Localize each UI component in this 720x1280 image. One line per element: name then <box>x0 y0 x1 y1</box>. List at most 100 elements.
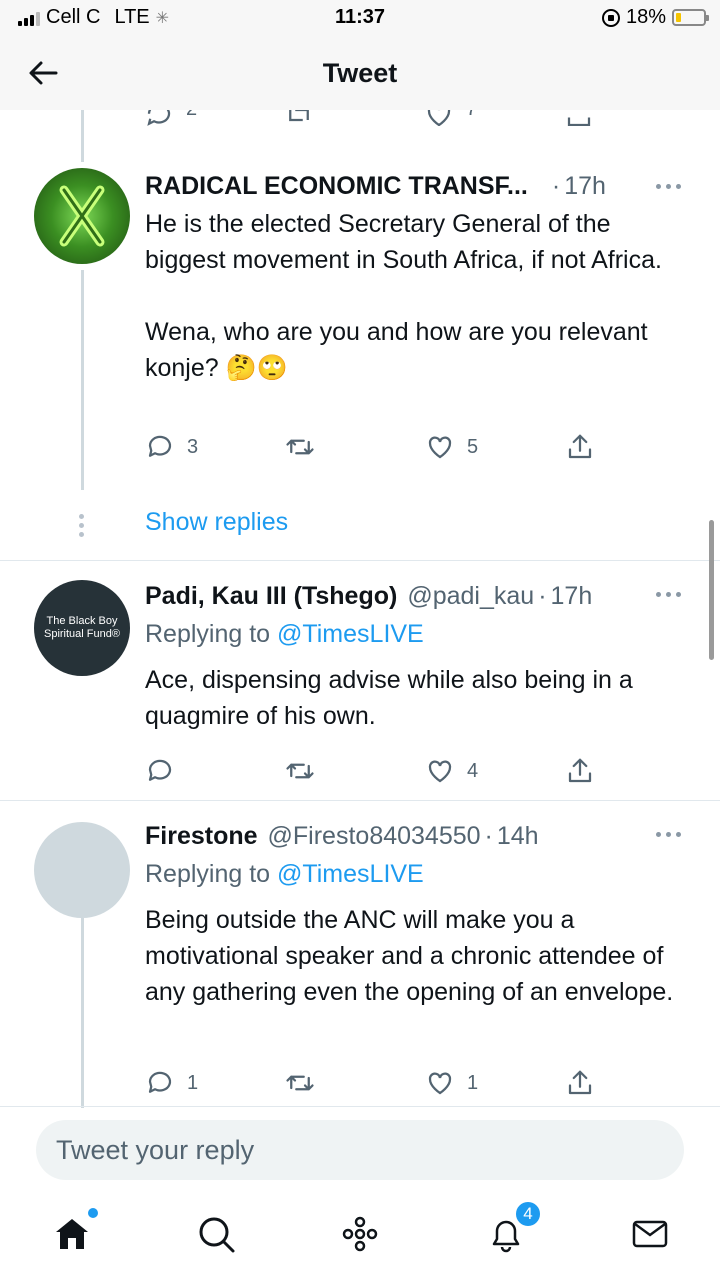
timestamp[interactable]: 17h <box>551 582 593 611</box>
action-row: 3 5 <box>145 432 605 464</box>
reply-icon[interactable] <box>144 110 174 126</box>
home-icon <box>56 1219 88 1249</box>
spaces-icon <box>342 1216 378 1252</box>
like-count: 1 <box>467 1071 479 1094</box>
reply-count: 2 <box>186 110 197 121</box>
reply-feed: 2 7 RADICAL ECONOMIC TRANSF... · 17h He … <box>0 110 720 1108</box>
tweet-text: He is the elected Secretary General of t… <box>145 210 662 382</box>
share-icon <box>568 434 592 459</box>
avatar[interactable] <box>34 822 130 918</box>
reply-icon <box>148 759 172 781</box>
separator-dot: · <box>551 172 561 200</box>
replying-prefix: Replying to <box>145 620 278 648</box>
user-handle[interactable]: @padi_kau <box>407 582 534 611</box>
display-name[interactable]: RADICAL ECONOMIC TRANSF... <box>145 172 528 201</box>
scrollbar[interactable] <box>709 520 714 660</box>
retweet-button[interactable] <box>285 756 315 786</box>
avatar-logo-text: The Black Boy Spiritual Fund® <box>44 615 120 640</box>
timestamp[interactable]: 17h <box>564 172 606 201</box>
tweet[interactable]: RADICAL ECONOMIC TRANSF... · 17h He is t… <box>0 168 720 558</box>
like-button[interactable]: 4 <box>425 756 478 786</box>
retweet-icon <box>286 439 314 455</box>
divider <box>0 560 720 561</box>
share-icon <box>568 758 592 783</box>
nav-spaces[interactable] <box>340 1214 380 1254</box>
tweet-header: RADICAL ECONOMIC TRANSF... · 17h <box>145 172 700 201</box>
retweet-icon[interactable] <box>284 110 314 126</box>
divider <box>0 800 720 801</box>
tweet-text: Being outside the ANC will make you a mo… <box>145 906 674 1006</box>
share-button[interactable] <box>565 756 595 786</box>
share-button[interactable] <box>565 1068 595 1098</box>
battery-icon <box>672 9 709 26</box>
nav-messages[interactable] <box>630 1214 670 1254</box>
replying-to: Replying to @TimesLIVE <box>145 860 424 889</box>
reply-icon <box>148 435 172 457</box>
like-icon[interactable] <box>424 110 454 126</box>
reply-button[interactable]: 3 <box>145 432 198 462</box>
battery-fill <box>676 13 681 22</box>
thread-dots <box>79 514 85 541</box>
share-button[interactable] <box>565 432 595 462</box>
more-options-icon[interactable] <box>656 184 682 192</box>
replying-prefix: Replying to <box>145 860 278 888</box>
mention-link[interactable]: @TimesLIVE <box>277 860 424 888</box>
rotation-lock-icon <box>601 8 620 27</box>
like-icon <box>428 760 452 783</box>
like-icon <box>428 436 452 459</box>
like-count: 7 <box>466 110 477 121</box>
like-count: 4 <box>467 759 479 782</box>
search-icon <box>199 1217 235 1253</box>
battery-percent: 18% <box>625 6 666 28</box>
show-replies-link[interactable]: Show replies <box>145 508 288 537</box>
partial-action-row: 2 7 <box>144 110 604 126</box>
action-row: 4 <box>145 756 605 788</box>
nav-notifications[interactable]: 4 <box>486 1200 542 1254</box>
notifications-badge: 4 <box>514 1200 542 1228</box>
nav-home[interactable] <box>52 1208 98 1254</box>
share-icon[interactable] <box>564 110 594 126</box>
tweet-header: Padi, Kau III (Tshego) @padi_kau · 17h <box>145 582 700 611</box>
mention-link[interactable]: @TimesLIVE <box>277 620 424 648</box>
user-handle[interactable]: @Firesto84034550 <box>268 822 481 851</box>
x-logo-icon <box>59 185 105 247</box>
more-options-icon[interactable] <box>656 592 682 600</box>
messages-icon <box>632 1220 668 1248</box>
retweet-icon <box>286 1075 314 1091</box>
share-icon <box>568 1070 592 1095</box>
status-right: 18% <box>601 6 709 29</box>
reply-button[interactable] <box>145 756 187 786</box>
tweet-text: Ace, dispensing advise while also being … <box>145 666 633 730</box>
avatar[interactable] <box>34 168 130 264</box>
nav-search[interactable] <box>196 1214 236 1254</box>
separator-dot: · <box>538 582 547 610</box>
reply-icon <box>148 1071 172 1093</box>
tweet-header: Firestone @Firesto84034550 · 14h <box>145 822 700 851</box>
action-row: 1 1 <box>145 1068 605 1100</box>
timestamp[interactable]: 14h <box>497 822 539 851</box>
tweet[interactable]: The Black Boy Spiritual Fund® Padi, Kau … <box>0 580 720 800</box>
reply-composer <box>0 1108 720 1198</box>
separator-dot: · <box>484 822 493 850</box>
reply-count: 3 <box>187 435 199 458</box>
avatar[interactable]: The Black Boy Spiritual Fund® <box>34 580 130 676</box>
reply-button[interactable]: 1 <box>145 1068 198 1098</box>
like-count: 5 <box>467 435 479 458</box>
unread-dot <box>88 1208 98 1218</box>
display-name[interactable]: Firestone <box>145 822 258 851</box>
page-title: Tweet <box>322 58 398 88</box>
like-button[interactable]: 5 <box>425 432 478 462</box>
retweet-icon <box>286 763 314 779</box>
divider <box>0 1106 720 1107</box>
like-button[interactable]: 1 <box>425 1068 478 1098</box>
top-bar: Tweet <box>0 38 720 110</box>
display-name[interactable]: Padi, Kau III (Tshego) <box>145 582 397 611</box>
like-icon <box>428 1072 452 1095</box>
tweet[interactable]: Firestone @Firesto84034550 · 14h Replyin… <box>0 822 720 1108</box>
replying-to: Replying to @TimesLIVE <box>145 620 424 649</box>
more-options-icon[interactable] <box>656 832 682 840</box>
bottom-nav: 4 <box>0 1198 720 1280</box>
retweet-button[interactable] <box>285 1068 315 1098</box>
reply-input[interactable] <box>36 1120 684 1180</box>
retweet-button[interactable] <box>285 432 315 462</box>
